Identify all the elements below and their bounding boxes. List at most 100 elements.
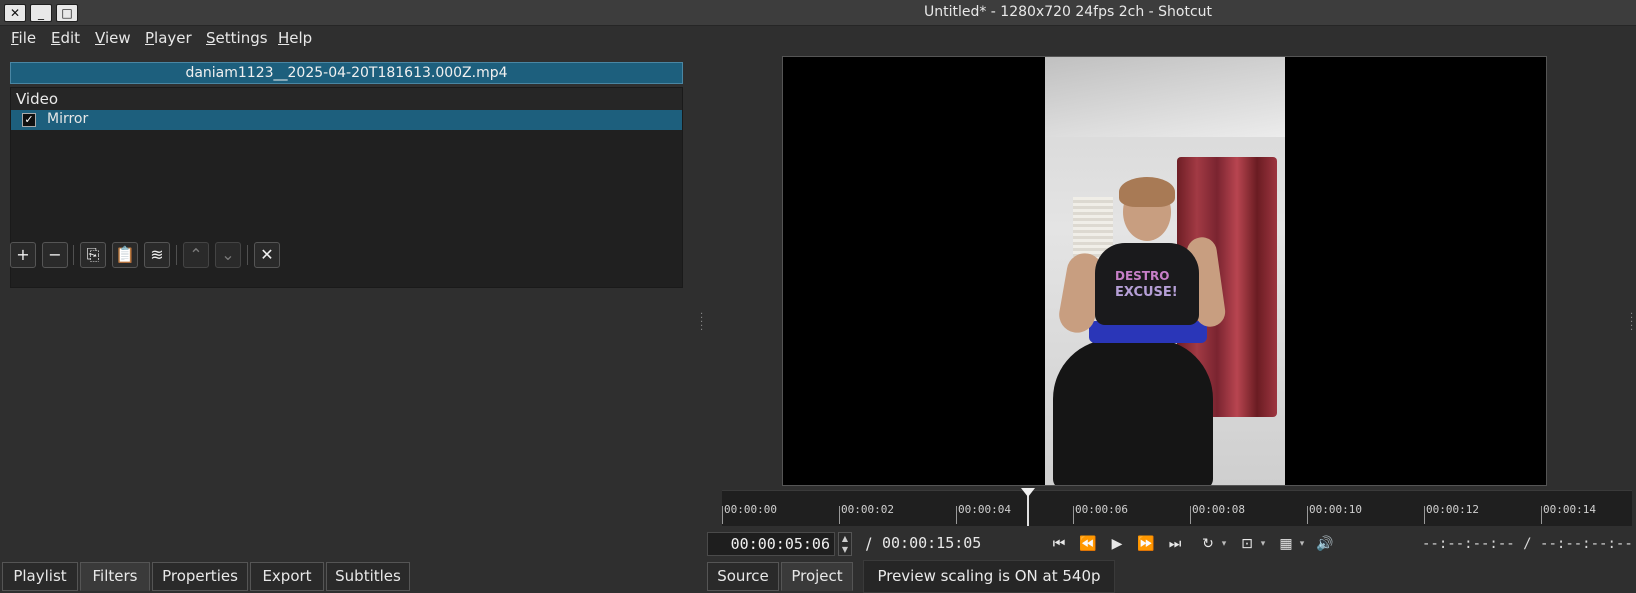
playhead-handle[interactable] [1021,488,1035,497]
shirt-text-line1: DESTRO [1115,269,1170,283]
loop-icon: ↻ [1202,536,1214,552]
volume-icon: 🔊 [1316,536,1334,552]
current-timecode-input[interactable]: 00:00:05:06 [707,532,835,556]
in-point: --:--:--:-- [1422,536,1515,552]
skip-next-icon: ⏭ [1168,536,1182,552]
zoom-button[interactable]: ⊡ [1236,534,1258,554]
window-titlebar: ✕ _ □ Untitled* - 1280x720 24fps 2ch - S… [0,0,1636,26]
dropdown-arrow-icon: ▾ [1299,539,1305,549]
minus-icon: − [48,245,62,264]
ruler-label: 00:00:12 [1426,503,1479,516]
video-frame-image: DESTRO EXCUSE! [1045,57,1285,485]
ruler-tick [1307,506,1308,524]
zoom-icon: ⊡ [1241,536,1253,552]
toolbar-separator [247,245,248,265]
volume-button[interactable]: 🔊 [1314,534,1336,554]
spin-down-icon[interactable]: ▼ [842,545,848,554]
loop-button[interactable]: ↻ [1197,534,1219,554]
add-filter-button[interactable]: + [10,242,36,268]
tab-source[interactable]: Source [707,562,779,591]
menu-help[interactable]: Help [278,29,312,47]
tab-subtitles[interactable]: Subtitles [326,562,410,591]
timeline-ruler[interactable]: 00:00:00 00:00:02 00:00:04 00:00:06 00:0… [722,490,1632,526]
preview-scaling-status: Preview scaling is ON at 540p [863,560,1115,593]
filter-list[interactable]: Video ✓ Mirror [10,87,683,288]
chevron-up-icon: ⌃ [189,245,203,264]
remove-filter-button[interactable]: − [42,242,68,268]
skip-previous-button[interactable]: ⏮ [1048,534,1070,554]
fast-forward-button[interactable]: ⏩ [1135,534,1157,554]
move-up-button[interactable]: ⌃ [183,242,209,268]
person [1095,243,1199,325]
zoom-dropdown[interactable]: ▾ [1258,534,1268,554]
player-tabs: Source Project Preview scaling is ON at … [700,560,1636,593]
out-point: --:--:--:-- [1540,536,1633,552]
menu-player[interactable]: Player [145,29,192,47]
filter-group-header: Video [11,88,682,110]
dock-splitter-handle-right[interactable]: · · · · · [1630,310,1633,336]
dropdown-arrow-icon: ▾ [1260,539,1266,549]
menu-bar: File Edit View Player Settings Help [0,26,1636,52]
paste-icon: 📋 [115,245,135,264]
ruler-label: 00:00:08 [1192,503,1245,516]
menu-settings[interactable]: Settings [206,29,268,47]
move-down-button[interactable]: ⌄ [215,242,241,268]
play-button[interactable]: ▶ [1106,534,1128,554]
tab-export[interactable]: Export [250,562,324,591]
transport-bar: 00:00:05:06 ▲ ▼ / 00:00:15:05 ⏮ ⏪ ▶ ⏩ ⏭ ↻… [700,528,1636,560]
filters-panel: daniam1123__2025-04-20T181613.000Z.mp4 V… [0,52,695,560]
ruler-label: 00:00:14 [1543,503,1596,516]
plus-icon: + [16,245,30,264]
menu-file[interactable]: File [11,29,36,47]
ruler-label: 00:00:06 [1075,503,1128,516]
grid-button[interactable]: ▦ [1275,534,1297,554]
copy-filters-button[interactable]: ⎘ [80,242,106,268]
filter-item-label: Mirror [47,111,89,127]
ruler-label: 00:00:04 [958,503,1011,516]
ruler-label: 00:00:02 [841,503,894,516]
ruler-tick [839,506,840,524]
ruler-label: 00:00:10 [1309,503,1362,516]
rewind-button[interactable]: ⏪ [1077,534,1099,554]
skip-next-button[interactable]: ⏭ [1164,534,1186,554]
ruler-tick [1424,506,1425,524]
loop-dropdown[interactable]: ▾ [1219,534,1229,554]
tab-properties[interactable]: Properties [152,562,248,591]
skip-previous-icon: ⏮ [1052,536,1066,552]
grid-icon: ▦ [1279,536,1293,552]
window-title: Untitled* - 1280x720 24fps 2ch - Shotcut [923,4,1213,20]
menu-edit[interactable]: Edit [51,29,80,47]
save-preset-button[interactable]: ≋ [144,242,170,268]
copy-icon: ⎘ [86,245,100,264]
paste-filters-button[interactable]: 📋 [112,242,138,268]
ruler-tick [1190,506,1191,524]
in-out-separator: / [1523,536,1532,552]
rewind-icon: ⏪ [1079,536,1097,552]
timecode-spinner[interactable]: ▲ ▼ [838,532,852,556]
menu-view[interactable]: View [95,29,131,47]
spin-up-icon[interactable]: ▲ [842,534,848,543]
deselect-filter-button[interactable]: ✕ [254,242,280,268]
dock-splitter-handle[interactable]: · · · · · [700,310,703,336]
left-dock-tabs: Playlist Filters Properties Export Subti… [0,560,695,593]
video-preview[interactable]: DESTRO EXCUSE! [782,56,1547,486]
toolbar-separator [176,245,177,265]
tab-filters[interactable]: Filters [80,562,150,591]
ruler-tick [1541,506,1542,524]
chevron-down-icon: ⌄ [221,245,235,264]
filter-item-mirror[interactable]: ✓ Mirror [11,110,682,130]
toolbar-separator [73,245,74,265]
filter-enable-checkbox[interactable]: ✓ [22,113,36,127]
dropdown-arrow-icon: ▾ [1221,539,1227,549]
ruler-tick [956,506,957,524]
grid-dropdown[interactable]: ▾ [1297,534,1307,554]
tab-playlist[interactable]: Playlist [2,562,78,591]
in-out-points: --:--:--:-- / --:--:--:-- [1422,536,1633,552]
ruler-tick [722,506,723,524]
tab-project[interactable]: Project [781,562,853,591]
shirt-text-line2: EXCUSE! [1115,285,1178,300]
timecode-separator: / [866,534,872,553]
clip-name-label: daniam1123__2025-04-20T181613.000Z.mp4 [10,62,683,84]
ruler-label: 00:00:00 [724,503,777,516]
total-duration: 00:00:15:05 [882,534,982,552]
